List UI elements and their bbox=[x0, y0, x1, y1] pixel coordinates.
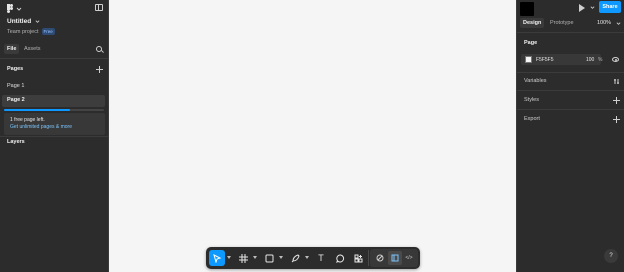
add-export-icon[interactable] bbox=[613, 116, 620, 123]
upgrade-link[interactable]: Get unlimited pages & more bbox=[10, 124, 72, 130]
code-icon: </> bbox=[405, 255, 413, 261]
divider bbox=[0, 136, 108, 137]
page-quota-progress bbox=[4, 109, 104, 111]
toolbar-divider bbox=[368, 250, 369, 266]
help-button[interactable]: ? bbox=[604, 249, 618, 263]
present-play-icon[interactable] bbox=[579, 4, 585, 12]
design-mode-toggle-active[interactable] bbox=[388, 251, 402, 265]
cursor-icon bbox=[212, 253, 221, 263]
layers-heading: Layers bbox=[7, 139, 25, 145]
actions-tool[interactable] bbox=[350, 250, 366, 266]
text-tool[interactable]: T bbox=[313, 250, 329, 266]
pen-icon bbox=[291, 253, 300, 262]
chevron-down-icon bbox=[35, 20, 40, 23]
background-hex[interactable]: F5F5F5 bbox=[536, 57, 554, 63]
tab-design[interactable]: Design bbox=[520, 18, 545, 28]
background-opacity[interactable]: 100 bbox=[586, 57, 594, 63]
eye-icon[interactable] bbox=[612, 57, 619, 62]
main-menu-button[interactable] bbox=[7, 4, 22, 13]
search-icon[interactable] bbox=[96, 46, 102, 52]
figma-logo-icon bbox=[7, 4, 14, 13]
frame-icon bbox=[238, 253, 248, 263]
sidebar-toggle-icon[interactable] bbox=[95, 4, 103, 11]
file-name-button[interactable]: Untitled bbox=[7, 18, 40, 25]
team-info: Team project Free bbox=[7, 28, 55, 35]
page-item-page-1[interactable]: Page 1 bbox=[7, 83, 24, 89]
upgrade-banner: 1 free page left. Get unlimited pages & … bbox=[4, 113, 105, 135]
chevron-down-icon bbox=[616, 22, 621, 25]
rectangle-icon bbox=[265, 254, 273, 262]
comment-tool[interactable] bbox=[332, 250, 348, 266]
divider bbox=[0, 58, 108, 59]
plan-badge: Free bbox=[41, 28, 55, 35]
chevron-down-icon[interactable] bbox=[279, 256, 283, 259]
export-section[interactable]: Export bbox=[524, 116, 540, 122]
canvas[interactable] bbox=[110, 0, 516, 272]
styles-section[interactable]: Styles bbox=[524, 97, 539, 103]
actions-icon bbox=[354, 254, 362, 262]
add-style-icon[interactable] bbox=[613, 97, 620, 104]
divider bbox=[517, 90, 624, 91]
variables-section[interactable]: Variables bbox=[524, 78, 547, 84]
shape-tool[interactable] bbox=[261, 250, 277, 266]
page-item-page-2[interactable]: Page 2 bbox=[7, 97, 25, 103]
avatar[interactable] bbox=[520, 2, 534, 16]
left-tabs: File Assets bbox=[0, 44, 108, 55]
page-background-field[interactable]: F5F5F5 100 % bbox=[521, 54, 603, 65]
design-mode-toggle[interactable] bbox=[373, 251, 387, 265]
draw-mode-icon bbox=[376, 254, 384, 262]
design-mode-icon bbox=[391, 254, 399, 262]
chevron-down-icon[interactable] bbox=[590, 5, 595, 10]
divider bbox=[517, 72, 624, 73]
frame-tool[interactable] bbox=[235, 250, 251, 266]
tab-assets[interactable]: Assets bbox=[24, 46, 41, 52]
variables-settings-icon[interactable] bbox=[613, 78, 620, 85]
zoom-level[interactable]: 100% bbox=[597, 20, 611, 26]
divider bbox=[517, 109, 624, 110]
pen-tool[interactable] bbox=[287, 250, 303, 266]
team-label: Team project bbox=[7, 28, 39, 35]
upgrade-message: 1 free page left. bbox=[10, 117, 45, 123]
chevron-down-icon bbox=[16, 7, 22, 11]
dev-mode-toggle[interactable]: </> bbox=[402, 251, 416, 265]
chevron-down-icon[interactable] bbox=[227, 256, 231, 259]
right-panel: Share Design Prototype 100% Page F5F5F5 … bbox=[516, 0, 624, 272]
left-panel: Untitled Team project Free File Assets P… bbox=[0, 0, 109, 272]
page-quota-progress-fill bbox=[4, 109, 70, 111]
background-swatch[interactable] bbox=[525, 56, 532, 63]
tab-file[interactable]: File bbox=[4, 44, 20, 54]
add-page-icon[interactable] bbox=[96, 66, 103, 73]
text-icon: T bbox=[318, 253, 324, 263]
share-button[interactable]: Share bbox=[599, 1, 621, 13]
move-tool[interactable] bbox=[209, 250, 225, 266]
chevron-down-icon[interactable] bbox=[253, 256, 257, 259]
comment-icon bbox=[335, 254, 344, 263]
divider bbox=[517, 32, 624, 33]
chevron-down-icon[interactable] bbox=[305, 256, 309, 259]
opacity-unit: % bbox=[598, 57, 603, 63]
pages-heading: Pages bbox=[7, 66, 24, 72]
file-name: Untitled bbox=[7, 18, 32, 25]
tab-prototype[interactable]: Prototype bbox=[550, 20, 574, 26]
page-section-title: Page bbox=[524, 40, 538, 46]
